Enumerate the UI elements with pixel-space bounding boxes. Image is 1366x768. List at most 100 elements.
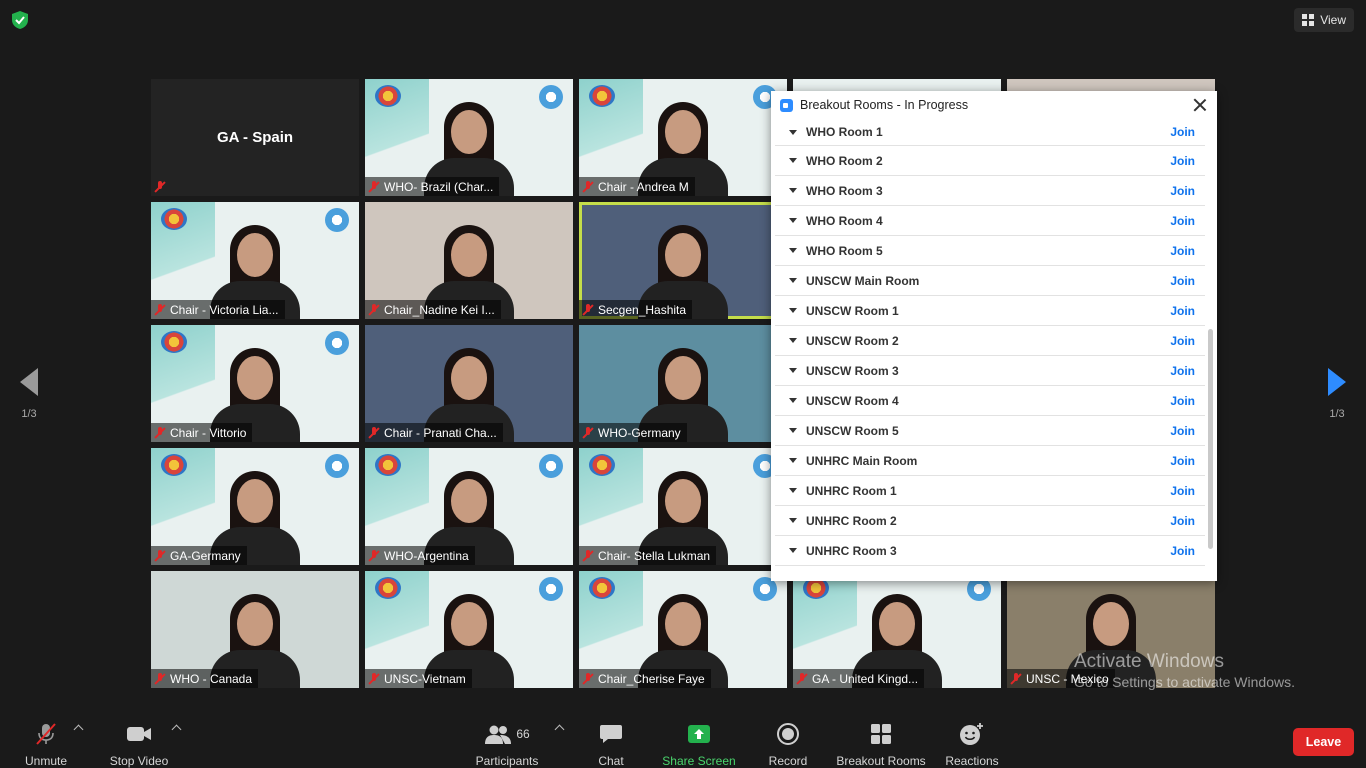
participant-video-tile[interactable]: WHO-Germany	[579, 325, 787, 442]
breakout-rooms-button[interactable]: Breakout Rooms	[836, 720, 926, 768]
muted-microphone-icon	[154, 672, 166, 685]
participant-video-tile[interactable]: Chair - Vittorio	[151, 325, 359, 442]
next-page-button[interactable]: 1/3	[1322, 368, 1352, 428]
join-room-button[interactable]: Join	[1170, 334, 1195, 348]
breakout-room-row[interactable]: UNSCW Room 3 Join	[775, 356, 1205, 386]
breakout-room-name: UNSCW Room 2	[806, 333, 899, 348]
join-room-button[interactable]: Join	[1170, 424, 1195, 438]
join-room-button[interactable]: Join	[1170, 454, 1195, 468]
security-shield-icon[interactable]	[9, 9, 31, 31]
view-button[interactable]: View	[1294, 8, 1354, 32]
expand-caret-icon[interactable]	[789, 338, 797, 343]
participant-name: Chair- Stella Lukman	[598, 548, 711, 563]
audio-options-chevron-icon[interactable]	[73, 724, 84, 735]
expand-caret-icon[interactable]	[789, 248, 797, 253]
participant-video-tile[interactable]: GA - Spain	[151, 79, 359, 196]
expand-caret-icon[interactable]	[789, 308, 797, 313]
join-room-button[interactable]: Join	[1170, 544, 1195, 558]
mun-logo-icon	[375, 577, 401, 599]
breakout-room-row[interactable]: UNSCW Room 4 Join	[775, 386, 1205, 416]
participant-video-tile[interactable]: GA - United Kingd...	[793, 571, 1001, 688]
chat-label: Chat	[598, 754, 624, 768]
expand-caret-icon[interactable]	[789, 548, 797, 553]
expand-caret-icon[interactable]	[789, 158, 797, 163]
expand-caret-icon[interactable]	[789, 428, 797, 433]
expand-caret-icon[interactable]	[789, 188, 797, 193]
participant-video-tile[interactable]: WHO- Brazil (Char...	[365, 79, 573, 196]
breakout-room-row[interactable]: UNSCW Main Room Join	[775, 266, 1205, 296]
chat-button[interactable]: Chat	[593, 720, 629, 768]
arrow-left-icon	[20, 368, 38, 396]
room-list-scrollbar[interactable]	[1208, 329, 1213, 549]
breakout-room-name: UNHRC Room 1	[806, 483, 897, 498]
unmute-button[interactable]: Unmute	[22, 720, 70, 768]
breakout-room-row[interactable]: UNHRC Room 1 Join	[775, 476, 1205, 506]
breakout-room-row[interactable]: UNSCW Room 5 Join	[775, 416, 1205, 446]
participant-video-tile[interactable]: WHO - Canada	[151, 571, 359, 688]
participant-video-tile[interactable]: Chair- Stella Lukman	[579, 448, 787, 565]
record-button[interactable]: Record	[766, 720, 810, 768]
watermark-line2: Go to Settings to activate Windows.	[1074, 674, 1295, 690]
breakout-room-row[interactable]: UNHRC Room 2 Join	[775, 506, 1205, 536]
share-screen-button[interactable]: Share Screen	[662, 720, 736, 768]
expand-caret-icon[interactable]	[789, 458, 797, 463]
join-room-button[interactable]: Join	[1170, 484, 1195, 498]
participant-video-tile[interactable]: Chair_Cherise Faye	[579, 571, 787, 688]
meeting-toolbar: Unmute Stop Video 66 Participants Chat S…	[0, 712, 1366, 768]
previous-page-button[interactable]: 1/3	[14, 368, 44, 428]
participant-video-tile[interactable]: Chair_Nadine Kei I...	[365, 202, 573, 319]
breakout-rooms-panel: Breakout Rooms - In Progress WHO Room 1 J…	[771, 91, 1217, 581]
participant-name-label: Secgen_Hashita	[579, 300, 693, 319]
breakout-room-name: WHO Room 4	[806, 213, 883, 228]
breakout-room-row[interactable]: UNHRC Room 3 Join	[775, 536, 1205, 566]
join-room-button[interactable]: Join	[1170, 304, 1195, 318]
breakout-room-row[interactable]: WHO Room 3 Join	[775, 176, 1205, 206]
join-room-button[interactable]: Join	[1170, 184, 1195, 198]
participant-video-tile[interactable]: Chair - Pranati Cha...	[365, 325, 573, 442]
participant-name-label: GA - United Kingd...	[793, 669, 925, 688]
breakout-panel-header: Breakout Rooms - In Progress	[771, 91, 1217, 119]
close-icon[interactable]	[1192, 97, 1208, 113]
join-room-button[interactable]: Join	[1170, 394, 1195, 408]
expand-caret-icon[interactable]	[789, 278, 797, 283]
participant-name-label: WHO-Argentina	[365, 546, 475, 565]
breakout-room-row[interactable]: WHO Room 5 Join	[775, 236, 1205, 266]
expand-caret-icon[interactable]	[789, 518, 797, 523]
join-room-button[interactable]: Join	[1170, 274, 1195, 288]
expand-caret-icon[interactable]	[789, 488, 797, 493]
join-room-button[interactable]: Join	[1170, 244, 1195, 258]
breakout-room-row[interactable]: UNHRC Main Room Join	[775, 446, 1205, 476]
participants-options-chevron-icon[interactable]	[554, 724, 565, 735]
breakout-room-row[interactable]: WHO Room 1 Join	[775, 119, 1205, 146]
participant-video-tile[interactable]: Chair - Andrea M	[579, 79, 787, 196]
participant-name: Chair - Victoria Lia...	[170, 302, 279, 317]
video-camera-icon	[127, 727, 151, 741]
participant-video-tile[interactable]: Chair - Victoria Lia...	[151, 202, 359, 319]
un-emblem-icon	[325, 331, 349, 355]
reactions-button[interactable]: Reactions	[944, 720, 1000, 768]
join-room-button[interactable]: Join	[1170, 364, 1195, 378]
expand-caret-icon[interactable]	[789, 398, 797, 403]
breakout-room-row[interactable]: UNSCW Room 1 Join	[775, 296, 1205, 326]
participant-video-tile[interactable]: GA-Germany	[151, 448, 359, 565]
breakout-room-row[interactable]: UNSCW Room 2 Join	[775, 326, 1205, 356]
join-room-button[interactable]: Join	[1170, 154, 1195, 168]
participant-name-label: UNSC-Vietnam	[365, 669, 472, 688]
participant-video-tile[interactable]: UNSC-Vietnam	[365, 571, 573, 688]
expand-caret-icon[interactable]	[789, 368, 797, 373]
stop-video-button[interactable]: Stop Video	[104, 720, 174, 768]
join-room-button[interactable]: Join	[1170, 214, 1195, 228]
participant-name-label: GA-Germany	[151, 546, 247, 565]
breakout-room-row[interactable]: WHO Room 2 Join	[775, 146, 1205, 176]
participant-video-tile[interactable]: Secgen_Hashita	[579, 202, 787, 319]
join-room-button[interactable]: Join	[1170, 125, 1195, 139]
participant-name-label: Chair - Andrea M	[579, 177, 695, 196]
join-room-button[interactable]: Join	[1170, 514, 1195, 528]
expand-caret-icon[interactable]	[789, 218, 797, 223]
participant-video-tile[interactable]: WHO-Argentina	[365, 448, 573, 565]
expand-caret-icon[interactable]	[789, 129, 797, 135]
participants-button[interactable]: 66 Participants	[472, 720, 542, 768]
leave-button[interactable]: Leave	[1293, 728, 1354, 756]
breakout-room-row[interactable]: WHO Room 4 Join	[775, 206, 1205, 236]
breakout-room-name: UNSCW Main Room	[806, 273, 920, 288]
